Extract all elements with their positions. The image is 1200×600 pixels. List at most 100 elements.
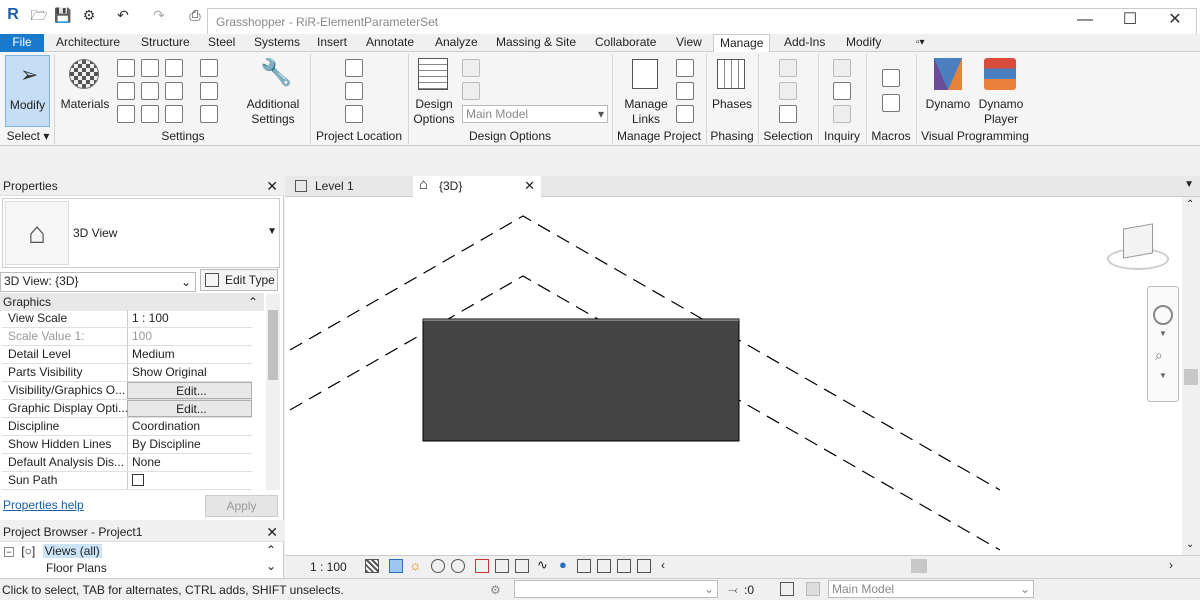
save-selection-icon[interactable] (779, 105, 797, 123)
add-to-set-icon[interactable] (462, 59, 480, 77)
location-icon[interactable] (345, 59, 363, 77)
additional-settings-button[interactable]: 🔧 Additional Settings (240, 55, 306, 126)
transfer-standards-icon[interactable] (165, 59, 183, 77)
tab-analyze[interactable]: Analyze (429, 34, 484, 52)
view-scale-label[interactable]: 1 : 100 (310, 560, 347, 574)
tab-manage[interactable]: Manage (713, 34, 771, 53)
property-row[interactable]: Detail Level Medium (2, 346, 252, 364)
manage-links-button[interactable]: Manage Links (618, 55, 674, 126)
select-id-icon[interactable] (833, 105, 851, 123)
modify-button[interactable]: ➢ Modify (5, 55, 50, 127)
save-icon[interactable]: 💾 (54, 6, 72, 24)
highlight-displacement-icon[interactable] (617, 559, 631, 573)
analytical-model-icon[interactable] (597, 559, 611, 573)
filter-icon[interactable]: ⤙ (728, 580, 738, 600)
property-row[interactable]: Sun Path (2, 472, 252, 490)
close-icon[interactable]: ✕ (266, 522, 278, 542)
design-options-button[interactable]: Design Options (412, 55, 456, 126)
browser-scroll-down-icon[interactable]: ⌄ (266, 559, 276, 573)
decal-types-icon[interactable] (676, 82, 694, 100)
purge-unused-icon[interactable] (165, 82, 183, 100)
crop-view-icon[interactable] (475, 559, 489, 573)
position-icon[interactable] (345, 105, 363, 123)
view-cube[interactable] (1107, 222, 1169, 272)
visual-style-icon[interactable] (389, 559, 403, 573)
review-warnings-icon[interactable] (833, 82, 851, 100)
phases-button[interactable]: Phases (710, 55, 754, 125)
project-info-icon[interactable] (117, 105, 135, 123)
close-tab-icon[interactable]: ✕ (524, 176, 535, 196)
scrollbar-thumb[interactable] (1184, 369, 1198, 385)
select-by-id-icon[interactable] (779, 59, 797, 77)
steering-wheel-icon[interactable] (1153, 305, 1173, 325)
browser-scroll-up-icon[interactable]: ⌃ (266, 543, 276, 557)
sync-icon[interactable]: ⚙ (80, 6, 98, 24)
type-selector[interactable]: ⌂ 3D View ▼ (2, 198, 280, 268)
tab-massing-site[interactable]: Massing & Site (490, 34, 582, 52)
group-select[interactable]: Select ▾ (4, 127, 52, 145)
minimize-button[interactable]: — (1070, 8, 1100, 32)
project-units-icon[interactable] (165, 105, 183, 123)
detail-level-icon[interactable] (365, 559, 379, 573)
property-row[interactable]: Default Analysis Dis... None (2, 454, 252, 472)
apply-button[interactable]: Apply (205, 495, 278, 517)
ribbon-minimize-icon[interactable]: ▫▾ (910, 34, 931, 52)
property-row[interactable]: Discipline Coordination (2, 418, 252, 436)
design-option-icon[interactable] (806, 582, 820, 596)
pick-to-edit-icon[interactable] (462, 82, 480, 100)
temporary-hide-icon[interactable]: ∿ (537, 557, 548, 573)
macro-security-icon[interactable] (882, 94, 900, 112)
scrollbar-thumb[interactable] (268, 310, 278, 380)
workset-icon[interactable]: ⚙ (490, 580, 501, 600)
dynamo-player-button[interactable]: Dynamo Player (974, 55, 1028, 126)
reveal-constraints-icon[interactable] (637, 559, 651, 573)
tabs-menu-icon[interactable]: ▼ (1184, 179, 1194, 190)
starting-view-icon[interactable] (676, 59, 694, 77)
undo-icon[interactable]: ↶ (114, 6, 132, 24)
temp-view-properties-icon[interactable] (577, 559, 591, 573)
load-selection-icon[interactable] (779, 82, 797, 100)
global-parameters-icon[interactable] (141, 105, 159, 123)
object-styles-icon[interactable] (117, 59, 135, 77)
sun-path-checkbox[interactable] (132, 474, 144, 486)
shadows-icon[interactable] (431, 559, 445, 573)
close-window-button[interactable]: ✕ (1160, 8, 1190, 32)
tab-3d[interactable]: ⌂ {3D} ✕ (413, 176, 541, 197)
properties-scrollbar[interactable] (266, 294, 280, 490)
main-model-dropdown[interactable]: Main Model ▾ (462, 105, 608, 123)
tree-item-views[interactable]: − [○] Views (all) (4, 543, 102, 560)
tab-add-ins[interactable]: Add-Ins (778, 34, 831, 52)
panel-schedule-icon[interactable] (200, 105, 218, 123)
coordinates-icon[interactable] (345, 82, 363, 100)
tab-steel[interactable]: Steel (202, 34, 241, 52)
tab-collaborate[interactable]: Collaborate (589, 34, 662, 52)
vertical-scrollbar[interactable]: ⌃ ⌄ (1182, 197, 1200, 555)
redo-icon[interactable]: ↷ (150, 6, 168, 24)
reveal-hidden-icon[interactable]: ● (559, 557, 567, 572)
macro-manager-icon[interactable] (882, 69, 900, 87)
view-instance-selector[interactable]: 3D View: {3D} ⌄ (0, 272, 196, 292)
print-icon[interactable]: ⎙ (186, 6, 204, 24)
rendering-icon[interactable] (451, 559, 465, 573)
chevron-down-icon[interactable]: ▼ (1159, 371, 1167, 380)
property-row[interactable]: Visibility/Graphics O... Edit... (2, 382, 252, 400)
sun-path-icon[interactable]: ☼ (409, 557, 422, 573)
revit-logo-icon[interactable]: R (4, 6, 22, 24)
project-parameters-icon[interactable] (141, 59, 159, 77)
editable-only-icon[interactable] (780, 582, 794, 596)
chevron-down-icon[interactable]: ▼ (1159, 329, 1167, 338)
mep-settings-icon[interactable] (200, 82, 218, 100)
workset-dropdown[interactable]: ⌄ (514, 580, 718, 598)
tab-structure[interactable]: Structure (135, 34, 196, 52)
scroll-left-icon[interactable]: ‹ (661, 558, 665, 572)
edit-button[interactable]: Edit... (127, 382, 252, 399)
tree-item-floor-plans[interactable]: Floor Plans (46, 560, 107, 577)
tab-file[interactable]: File (0, 34, 44, 52)
property-row[interactable]: Graphic Display Opti... Edit... (2, 400, 252, 418)
tab-architecture[interactable]: Architecture (50, 34, 126, 52)
dynamo-button[interactable]: Dynamo (922, 55, 974, 125)
dynamo-hint-icon[interactable] (676, 105, 694, 123)
drawing-area[interactable]: Level 1 ⌂ {3D} ✕ ▼ ▼ ⌕ ▼ ⌃ ⌄ 1 : 100 ☼ ∿… (285, 176, 1200, 578)
open-icon[interactable]: 🗁 (30, 6, 48, 24)
tab-insert[interactable]: Insert (311, 34, 353, 52)
